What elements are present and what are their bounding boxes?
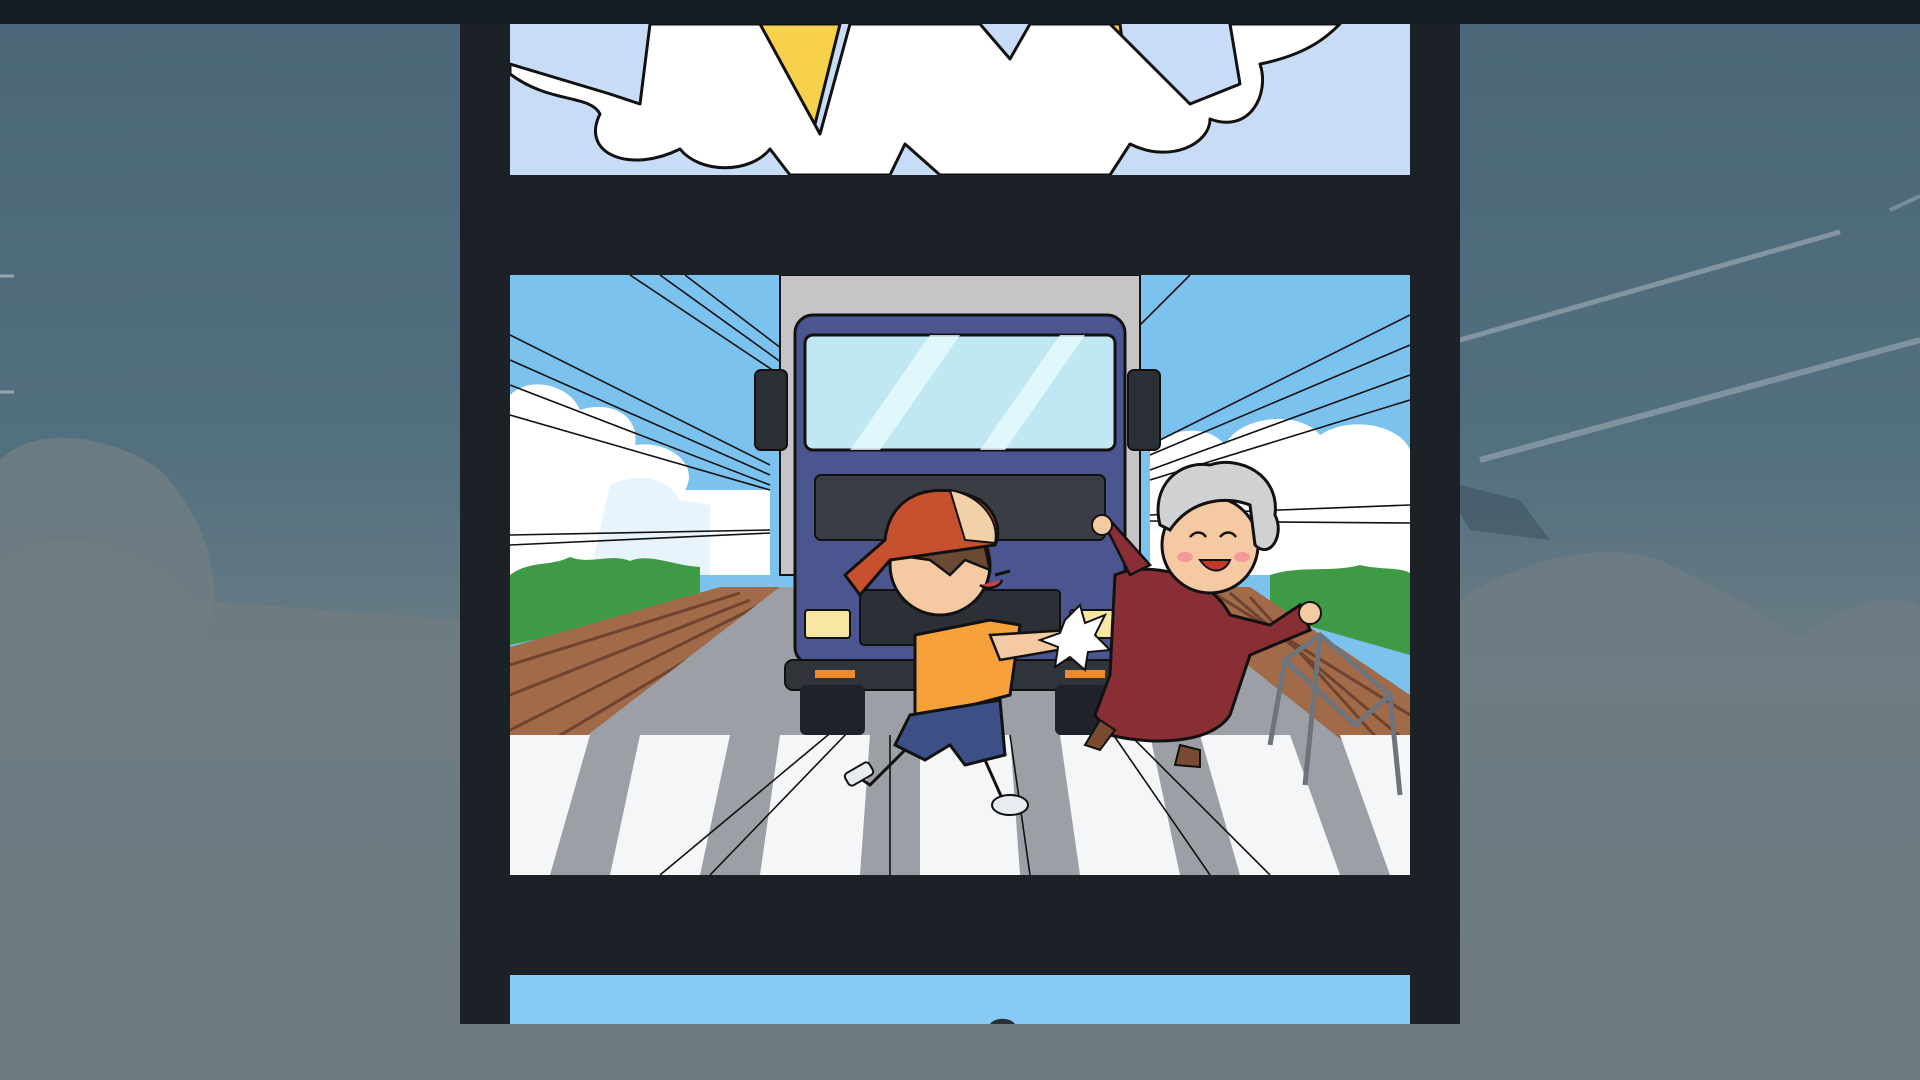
truck-wheel-left [800,685,865,735]
comic-panel-top [510,24,1410,175]
comic-panel-next [510,975,1410,1024]
grandma-shoe-right [1173,743,1201,769]
comic-panel-main[interactable] [510,275,1410,875]
bg-cloud-right [1460,552,1920,760]
truck-headlight-left [804,609,851,639]
truck-mirror-left [754,369,788,451]
jet-trail [1459,229,1841,343]
truck-mirror-right [1127,369,1161,451]
comic-strip[interactable] [460,24,1460,1024]
